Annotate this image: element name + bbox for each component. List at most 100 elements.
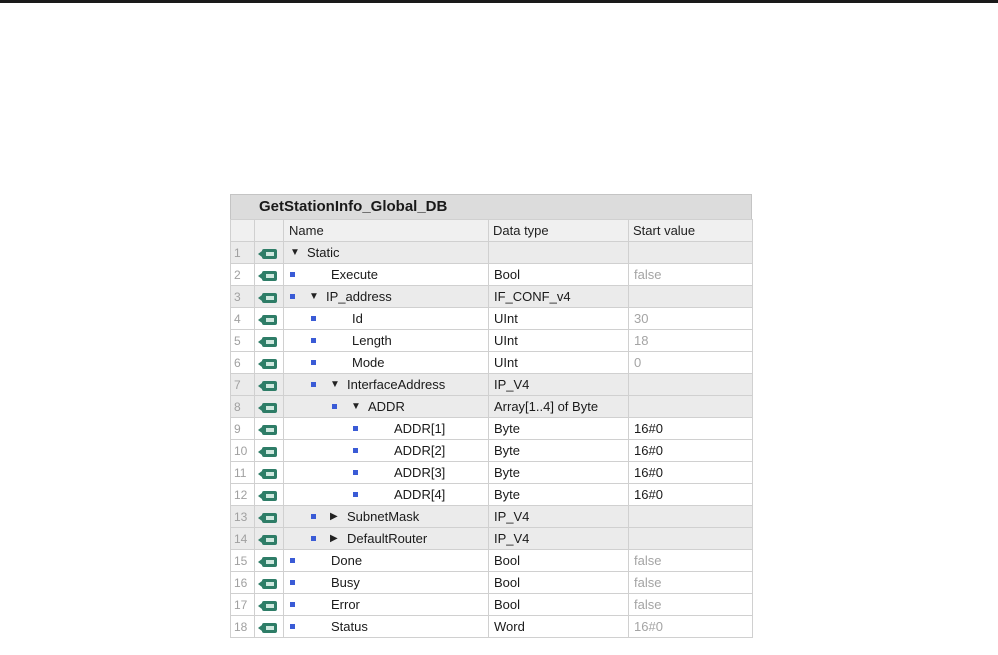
table-row[interactable]: 14 ▶ DefaultRouter IP_V4 bbox=[230, 527, 753, 550]
row-icon-cell bbox=[254, 241, 284, 264]
table-row[interactable]: 2 Execute Bool false bbox=[230, 263, 753, 286]
data-type-cell[interactable]: Bool bbox=[488, 549, 629, 572]
table-row[interactable]: 1 ▼ Static bbox=[230, 241, 753, 264]
header-name[interactable]: Name bbox=[283, 219, 489, 242]
table-row[interactable]: 5 Length UInt 18 bbox=[230, 329, 753, 352]
table-row[interactable]: 12 ADDR[4] Byte 16#0 bbox=[230, 483, 753, 506]
table-row[interactable]: 4 Id UInt 30 bbox=[230, 307, 753, 330]
start-value-cell[interactable] bbox=[628, 527, 753, 550]
start-value-cell[interactable]: 0 bbox=[628, 351, 753, 374]
row-icon-cell bbox=[254, 417, 284, 440]
data-type-cell[interactable]: IP_V4 bbox=[488, 527, 629, 550]
name-cell[interactable]: Mode bbox=[283, 351, 489, 374]
interface-static-icon bbox=[257, 292, 277, 303]
data-type-cell[interactable]: Bool bbox=[488, 571, 629, 594]
name-cell[interactable]: Status bbox=[283, 615, 489, 638]
name-cell[interactable]: ADDR[2] bbox=[283, 439, 489, 462]
interface-static-icon bbox=[257, 402, 277, 413]
data-type-cell[interactable]: Array[1..4] of Byte bbox=[488, 395, 629, 418]
name-cell[interactable]: Busy bbox=[283, 571, 489, 594]
start-value-cell[interactable]: 16#0 bbox=[628, 461, 753, 484]
start-value-cell[interactable]: false bbox=[628, 593, 753, 616]
name-cell[interactable]: ADDR[4] bbox=[283, 483, 489, 506]
name-cell[interactable]: ▼ ADDR bbox=[283, 395, 489, 418]
variable-name: DefaultRouter bbox=[347, 531, 428, 546]
table-row[interactable]: 3 ▼ IP_address IF_CONF_v4 bbox=[230, 285, 753, 308]
start-value-cell[interactable] bbox=[628, 373, 753, 396]
row-icon-cell bbox=[254, 461, 284, 484]
data-type-cell[interactable] bbox=[488, 241, 629, 264]
row-icon-cell bbox=[254, 285, 284, 308]
start-value-cell[interactable] bbox=[628, 285, 753, 308]
start-value-cell[interactable]: 16#0 bbox=[628, 483, 753, 506]
table-row[interactable]: 8 ▼ ADDR Array[1..4] of Byte bbox=[230, 395, 753, 418]
start-value-cell[interactable]: false bbox=[628, 263, 753, 286]
table-row[interactable]: 7 ▼ InterfaceAddress IP_V4 bbox=[230, 373, 753, 396]
table-row[interactable]: 15 Done Bool false bbox=[230, 549, 753, 572]
data-block-title: GetStationInfo_Global_DB bbox=[230, 194, 752, 219]
name-cell[interactable]: ADDR[3] bbox=[283, 461, 489, 484]
data-type-cell[interactable]: Byte bbox=[488, 461, 629, 484]
start-value-cell[interactable] bbox=[628, 241, 753, 264]
name-cell[interactable]: ADDR[1] bbox=[283, 417, 489, 440]
start-value-cell[interactable] bbox=[628, 395, 753, 418]
table-row[interactable]: 9 ADDR[1] Byte 16#0 bbox=[230, 417, 753, 440]
interface-static-icon bbox=[257, 314, 277, 325]
start-value-cell[interactable]: 16#0 bbox=[628, 417, 753, 440]
data-type-cell[interactable]: UInt bbox=[488, 351, 629, 374]
data-type-cell[interactable]: Bool bbox=[488, 263, 629, 286]
expand-down-icon[interactable]: ▼ bbox=[309, 287, 319, 307]
member-bullet-icon bbox=[311, 316, 316, 321]
expand-right-icon[interactable]: ▶ bbox=[330, 529, 338, 549]
expand-right-icon[interactable]: ▶ bbox=[330, 507, 338, 527]
start-value-cell[interactable]: 30 bbox=[628, 307, 753, 330]
start-value-cell[interactable] bbox=[628, 505, 753, 528]
name-cell[interactable]: ▼ IP_address bbox=[283, 285, 489, 308]
data-type-cell[interactable]: Byte bbox=[488, 417, 629, 440]
name-cell[interactable]: Id bbox=[283, 307, 489, 330]
data-type-cell[interactable]: UInt bbox=[488, 307, 629, 330]
interface-static-icon bbox=[257, 468, 277, 479]
member-bullet-icon bbox=[311, 360, 316, 365]
data-type-cell[interactable]: Byte bbox=[488, 439, 629, 462]
table-row[interactable]: 10 ADDR[2] Byte 16#0 bbox=[230, 439, 753, 462]
data-type-cell[interactable]: Bool bbox=[488, 593, 629, 616]
header-start-value[interactable]: Start value bbox=[628, 219, 753, 242]
start-value-cell[interactable]: 18 bbox=[628, 329, 753, 352]
data-type-cell[interactable]: IP_V4 bbox=[488, 373, 629, 396]
data-type-cell[interactable]: IP_V4 bbox=[488, 505, 629, 528]
variable-name: ADDR bbox=[368, 399, 405, 414]
table-row[interactable]: 11 ADDR[3] Byte 16#0 bbox=[230, 461, 753, 484]
name-cell[interactable]: ▼ InterfaceAddress bbox=[283, 373, 489, 396]
row-icon-cell bbox=[254, 615, 284, 638]
table-row[interactable]: 6 Mode UInt 0 bbox=[230, 351, 753, 374]
start-value-cell[interactable]: false bbox=[628, 549, 753, 572]
data-type-cell[interactable]: UInt bbox=[488, 329, 629, 352]
expand-down-icon[interactable]: ▼ bbox=[351, 397, 361, 417]
name-cell[interactable]: ▶ SubnetMask bbox=[283, 505, 489, 528]
name-cell[interactable]: Length bbox=[283, 329, 489, 352]
name-cell[interactable]: ▼ Static bbox=[283, 241, 489, 264]
table-row[interactable]: 13 ▶ SubnetMask IP_V4 bbox=[230, 505, 753, 528]
name-cell[interactable]: Error bbox=[283, 593, 489, 616]
start-value-cell[interactable]: 16#0 bbox=[628, 615, 753, 638]
row-number: 8 bbox=[230, 395, 255, 418]
table-row[interactable]: 16 Busy Bool false bbox=[230, 571, 753, 594]
start-value-cell[interactable]: 16#0 bbox=[628, 439, 753, 462]
data-type-cell[interactable]: IF_CONF_v4 bbox=[488, 285, 629, 308]
row-icon-cell bbox=[254, 483, 284, 506]
table-row[interactable]: 17 Error Bool false bbox=[230, 593, 753, 616]
name-cell[interactable]: Execute bbox=[283, 263, 489, 286]
data-type-cell[interactable]: Word bbox=[488, 615, 629, 638]
data-type-cell[interactable]: Byte bbox=[488, 483, 629, 506]
name-cell[interactable]: ▶ DefaultRouter bbox=[283, 527, 489, 550]
expand-down-icon[interactable]: ▼ bbox=[290, 243, 300, 263]
row-number: 17 bbox=[230, 593, 255, 616]
name-cell[interactable]: Done bbox=[283, 549, 489, 572]
interface-static-icon bbox=[257, 600, 277, 611]
table-row[interactable]: 18 Status Word 16#0 bbox=[230, 615, 753, 638]
variable-name: ADDR[3] bbox=[394, 465, 446, 480]
expand-down-icon[interactable]: ▼ bbox=[330, 375, 340, 395]
header-data-type[interactable]: Data type bbox=[488, 219, 629, 242]
start-value-cell[interactable]: false bbox=[628, 571, 753, 594]
